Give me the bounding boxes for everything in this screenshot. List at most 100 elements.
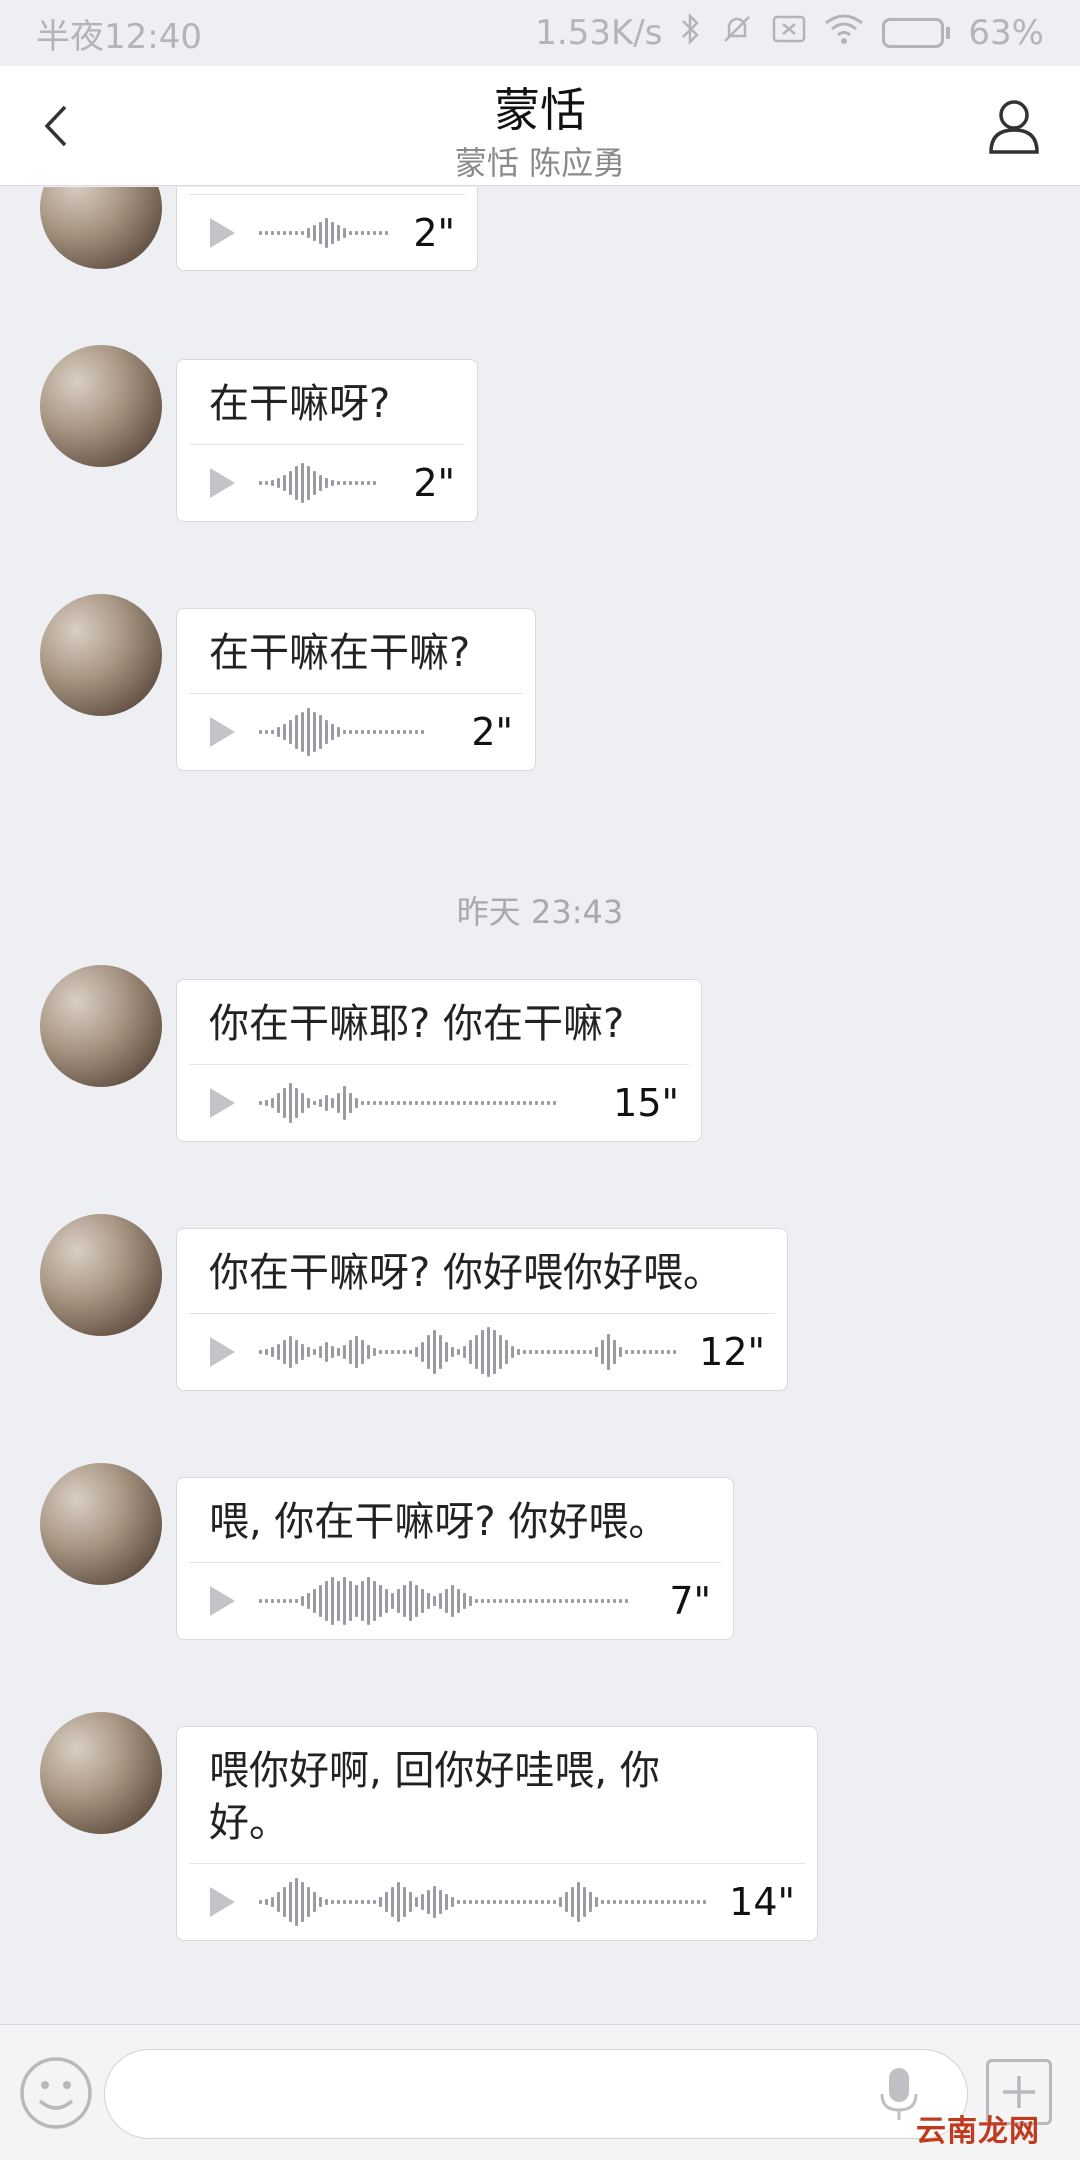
waveform-bar bbox=[469, 1900, 472, 1904]
avatar[interactable] bbox=[40, 187, 162, 269]
waveform-bar bbox=[559, 1897, 562, 1907]
voice-player[interactable]: 2" bbox=[177, 195, 477, 271]
profile-button[interactable] bbox=[984, 96, 1044, 156]
waveform-bar bbox=[427, 1890, 430, 1914]
play-icon[interactable] bbox=[207, 1584, 241, 1618]
waveform-bar bbox=[661, 1350, 664, 1354]
waveform-bar bbox=[679, 1900, 682, 1904]
waveform-bar bbox=[271, 480, 274, 486]
waveform-bar bbox=[487, 1599, 490, 1603]
message-bubble[interactable]: 喂, 你在干嘛呀? 你好喂。 7" bbox=[176, 1477, 734, 1640]
waveform-bar bbox=[343, 1577, 346, 1625]
waveform-bar bbox=[313, 1589, 316, 1613]
waveform-bar bbox=[259, 1599, 262, 1603]
avatar[interactable] bbox=[40, 965, 162, 1087]
waveform-bar bbox=[475, 1335, 478, 1369]
waveform-bar bbox=[343, 1345, 346, 1359]
voice-player[interactable]: 7" bbox=[177, 1563, 733, 1639]
chat-area[interactable]: 2" 在干嘛呀? 2" 在干嘛在干嘛? 2" 昨天 23:43 你在干嘛耶? 你… bbox=[0, 187, 1080, 2023]
waveform-bar bbox=[445, 1342, 448, 1362]
chat-header: 蒙恬 蒙恬 陈应勇 bbox=[0, 66, 1080, 186]
waveform-bar bbox=[583, 1350, 586, 1354]
waveform-bar bbox=[451, 1101, 454, 1105]
play-icon[interactable] bbox=[207, 1885, 241, 1919]
waveform-bar bbox=[433, 1330, 436, 1374]
waveform-bar bbox=[559, 1599, 562, 1603]
waveform-bar bbox=[319, 1585, 322, 1617]
voice-player[interactable]: 2" bbox=[177, 694, 535, 770]
microphone-icon[interactable] bbox=[877, 2064, 921, 2124]
waveform-bar bbox=[397, 1101, 400, 1105]
waveform-bar bbox=[469, 1596, 472, 1606]
waveform-bar bbox=[643, 1900, 646, 1904]
waveform-bar bbox=[289, 231, 292, 235]
waveform-bar bbox=[349, 1581, 352, 1621]
waveform-bar bbox=[265, 481, 268, 485]
waveform-bar bbox=[337, 225, 340, 241]
message-input[interactable] bbox=[104, 2049, 968, 2139]
waveform-bar bbox=[685, 1900, 688, 1904]
waveform-bar bbox=[355, 1336, 358, 1368]
waveform-bar bbox=[511, 1900, 514, 1904]
message-bubble[interactable]: 2" bbox=[176, 187, 478, 271]
waveform-bar bbox=[547, 1350, 550, 1354]
waveform-bar bbox=[445, 1101, 448, 1105]
avatar[interactable] bbox=[40, 594, 162, 716]
play-icon[interactable] bbox=[207, 216, 241, 250]
waveform-bar bbox=[277, 478, 280, 488]
waveform-bar bbox=[469, 1340, 472, 1364]
waveform-bar bbox=[493, 1330, 496, 1374]
waveform-bar bbox=[283, 1887, 286, 1917]
avatar[interactable] bbox=[40, 1463, 162, 1585]
waveform-bar bbox=[433, 1596, 436, 1606]
waveform-bar bbox=[409, 730, 412, 734]
message-bubble[interactable]: 在干嘛呀? 2" bbox=[176, 359, 478, 522]
waveform-bar bbox=[439, 1101, 442, 1105]
waveform-bar bbox=[409, 1101, 412, 1105]
message-bubble[interactable]: 在干嘛在干嘛? 2" bbox=[176, 608, 536, 771]
waveform-bar bbox=[457, 1101, 460, 1105]
status-bar: 半夜12:40 1.53K/s 63% bbox=[0, 0, 1080, 66]
waveform-bar bbox=[481, 1101, 484, 1105]
emoji-button[interactable] bbox=[18, 2055, 94, 2131]
waveform-bar bbox=[433, 1886, 436, 1918]
waveform-bar bbox=[463, 1346, 466, 1358]
voice-player[interactable]: 15" bbox=[177, 1065, 701, 1141]
waveform-bar bbox=[541, 1350, 544, 1354]
avatar[interactable] bbox=[40, 1712, 162, 1834]
timestamp: 昨天 23:43 bbox=[456, 893, 624, 931]
input-bar: 云南龙网 bbox=[0, 2024, 1080, 2160]
waveform-bar bbox=[619, 1599, 622, 1603]
waveform-bar bbox=[319, 475, 322, 491]
play-icon[interactable] bbox=[207, 715, 241, 749]
waveform-bar bbox=[523, 1900, 526, 1904]
waveform-bar bbox=[355, 1585, 358, 1617]
waveform-bar bbox=[553, 1599, 556, 1603]
waveform-bar bbox=[589, 1350, 592, 1354]
waveform-bar bbox=[307, 708, 310, 756]
sim-icon bbox=[772, 14, 806, 52]
waveform-bar bbox=[385, 730, 388, 734]
avatar[interactable] bbox=[40, 1214, 162, 1336]
waveform-bar bbox=[397, 730, 400, 734]
message-bubble[interactable]: 你在干嘛耶? 你在干嘛? 15" bbox=[176, 979, 702, 1142]
waveform-bar bbox=[313, 1892, 316, 1912]
message-text: 在干嘛呀? bbox=[209, 381, 391, 427]
waveform-bar bbox=[433, 1101, 436, 1105]
waveform-bar bbox=[301, 1093, 304, 1113]
waveform-bar bbox=[379, 1101, 382, 1105]
message-bubble[interactable]: 你在干嘛呀? 你好喂你好喂。 12" bbox=[176, 1228, 788, 1391]
avatar[interactable] bbox=[40, 345, 162, 467]
play-icon[interactable] bbox=[207, 466, 241, 500]
voice-player[interactable]: 12" bbox=[177, 1314, 787, 1390]
waveform-bar bbox=[577, 1350, 580, 1354]
waveform-bar bbox=[337, 481, 340, 485]
play-icon[interactable] bbox=[207, 1335, 241, 1369]
voice-player[interactable]: 2" bbox=[177, 445, 477, 521]
waveform-bar bbox=[409, 1350, 412, 1354]
voice-duration: 12" bbox=[699, 1330, 765, 1374]
voice-player[interactable]: 14" bbox=[177, 1864, 817, 1940]
play-icon[interactable] bbox=[207, 1086, 241, 1120]
message-bubble[interactable]: 喂你好啊, 回你好哇喂, 你好。 14" bbox=[176, 1726, 818, 1941]
waveform-bar bbox=[403, 1350, 406, 1354]
